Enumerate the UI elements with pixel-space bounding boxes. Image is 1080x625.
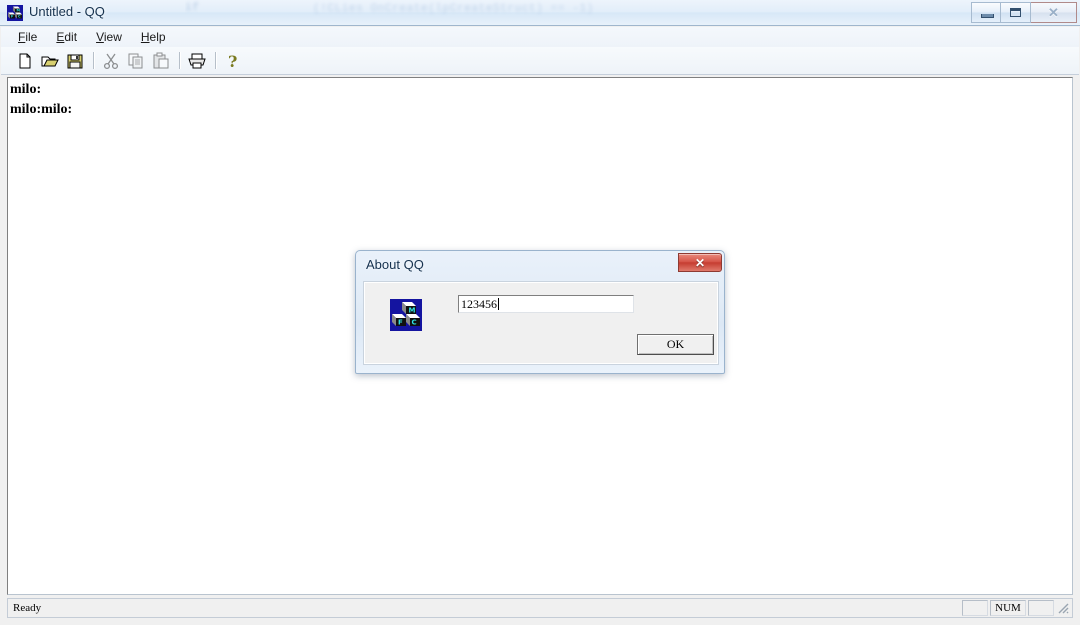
minimize-icon <box>981 14 994 18</box>
toolbar-help-button[interactable]: ? <box>221 50 245 72</box>
toolbar-print-button[interactable] <box>185 50 209 72</box>
window-titlebar[interactable]: if (!CLies OnCreate(lpCreateStruct) == -… <box>0 0 1080 26</box>
menu-view-rest: iew <box>103 30 122 44</box>
close-icon: ✕ <box>694 255 706 270</box>
menubar: File Edit View Help <box>1 27 1079 47</box>
svg-text:F: F <box>398 319 403 327</box>
toolbar-open-button[interactable] <box>38 50 62 72</box>
new-file-icon <box>19 53 31 68</box>
dialog-close-button[interactable]: ✕ <box>678 253 722 272</box>
svg-text:?: ? <box>228 52 237 70</box>
help-icon: ? <box>228 52 237 70</box>
copy-icon <box>128 53 143 68</box>
status-pane-blank-right <box>1028 600 1054 616</box>
minimize-button[interactable] <box>971 2 1001 23</box>
statusbar: Ready NUM <box>7 598 1073 618</box>
toolbar-save-button[interactable] <box>63 50 87 72</box>
ghost-text-fragment-1: if <box>185 2 200 14</box>
svg-text:C: C <box>412 319 417 327</box>
menu-item-edit[interactable]: Edit <box>48 29 86 45</box>
document-text[interactable]: milo: milo:milo: <box>8 78 1072 120</box>
mfc-cube-icon: M F C <box>7 5 23 21</box>
ok-button-label: OK <box>666 337 685 351</box>
toolbar-separator-2 <box>179 52 180 69</box>
menu-item-help[interactable]: Help <box>133 29 175 45</box>
menu-item-view[interactable]: View <box>88 29 131 45</box>
status-message: Ready <box>13 602 42 614</box>
close-button[interactable]: ✕ <box>1031 2 1077 23</box>
toolbar-copy-button[interactable] <box>124 50 148 72</box>
menu-item-file[interactable]: File <box>10 29 46 45</box>
dialog-body: M F C 123456 OK <box>363 281 719 365</box>
toolbar-separator-1 <box>93 52 94 69</box>
toolbar-separator-3 <box>215 52 216 69</box>
status-pane-blank-left <box>962 600 988 616</box>
dialog-text-input[interactable]: 123456 <box>458 295 634 313</box>
text-caret <box>498 298 499 310</box>
resize-grip[interactable] <box>1056 601 1070 615</box>
dialog-title: About QQ <box>366 257 424 272</box>
ghost-text-fragment-2: (!CLies OnCreate(lpCreateStruct) == -1) <box>313 3 594 15</box>
window-title: Untitled - QQ <box>29 4 105 19</box>
toolbar-cut-button[interactable] <box>99 50 123 72</box>
dialog-titlebar[interactable]: About QQ ✕ <box>356 251 724 279</box>
window-controls: ✕ <box>971 2 1077 23</box>
toolbar-new-button[interactable] <box>13 50 37 72</box>
about-dialog: About QQ ✕ M F C 123456 OK <box>355 250 725 374</box>
svg-text:M: M <box>409 307 416 315</box>
maximize-icon <box>1010 8 1021 17</box>
maximize-button[interactable] <box>1001 2 1031 23</box>
titlebar-background-bleed: if (!CLies OnCreate(lpCreateStruct) == -… <box>185 0 785 25</box>
menu-edit-rest: dit <box>64 30 78 44</box>
toolbar: ? <box>1 47 1079 75</box>
menu-help-accel: H <box>140 30 150 44</box>
open-file-icon <box>41 56 59 66</box>
menu-help-rest: elp <box>149 30 166 44</box>
save-file-icon <box>67 54 83 68</box>
svg-text:M: M <box>17 9 21 13</box>
cut-icon <box>103 53 119 69</box>
ok-button[interactable]: OK <box>637 334 714 355</box>
toolbar-paste-button[interactable] <box>149 50 173 72</box>
print-icon <box>188 53 206 68</box>
menu-view-accel: V <box>96 30 104 44</box>
close-icon: ✕ <box>1048 4 1059 20</box>
status-pane-num: NUM <box>990 600 1026 616</box>
paste-icon <box>153 52 169 68</box>
resize-grip-icon <box>1058 603 1069 614</box>
svg-text:C: C <box>18 15 21 19</box>
menu-file-rest: ile <box>25 30 38 44</box>
dialog-input-value: 123456 <box>461 297 497 311</box>
mfc-cube-icon: M F C <box>390 299 422 331</box>
